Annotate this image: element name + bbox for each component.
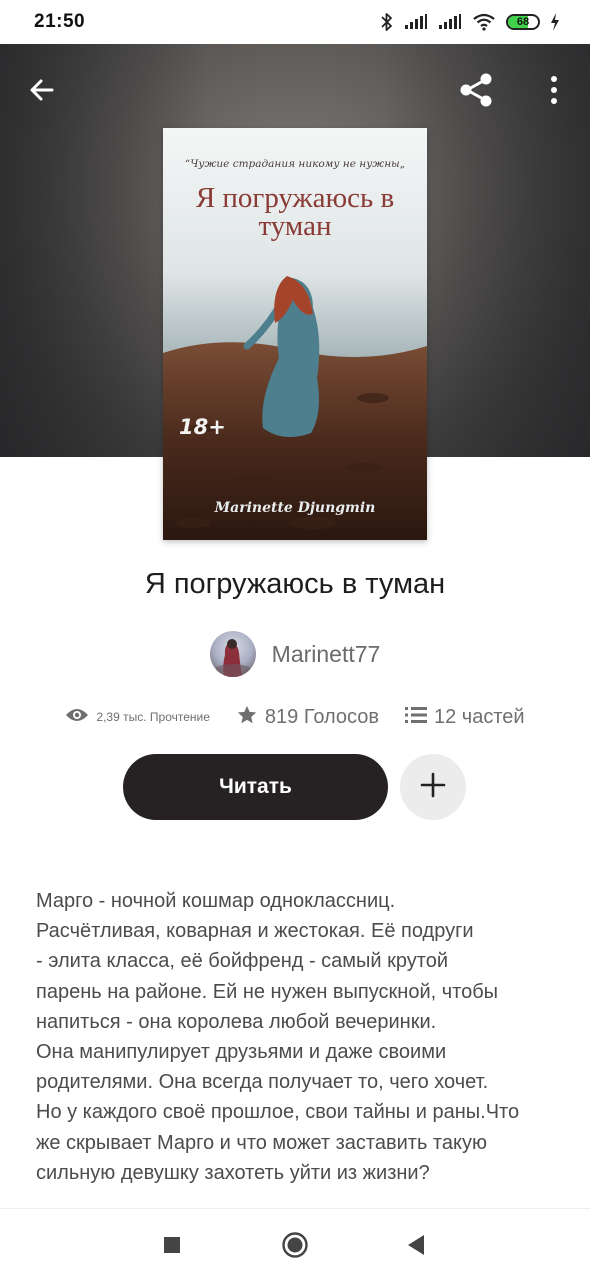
nav-recents-button[interactable] — [152, 1227, 192, 1267]
cover-quote: “Чужие страдания никому не нужны„ — [184, 158, 406, 170]
more-vertical-icon — [549, 75, 559, 110]
battery-icon: 68 — [506, 14, 540, 30]
reads-count: 2,39 тыс. Прочтение — [96, 710, 210, 724]
nav-back-button[interactable] — [396, 1227, 436, 1267]
signal-icon — [438, 14, 462, 30]
eye-icon — [65, 707, 89, 728]
read-button[interactable]: Читать — [123, 754, 388, 820]
add-to-library-button[interactable] — [400, 754, 466, 820]
parts-count: 12 частей — [434, 705, 525, 728]
status-bar: 21:50 68 — [0, 0, 590, 44]
plus-icon — [420, 772, 446, 803]
avatar[interactable] — [209, 631, 256, 677]
cover-title: Я погружаюсь в туман — [195, 182, 395, 242]
book-title: Я погружаюсь в туман — [144, 568, 446, 600]
bluetooth-icon — [380, 12, 394, 32]
home-icon — [281, 1231, 309, 1264]
book-description: Марго - ночной кошмар одноклассниц. Расч… — [36, 890, 520, 1184]
cover-author: Marinette Djungmin — [214, 500, 376, 516]
system-nav-bar — [0, 1208, 590, 1280]
recents-icon — [163, 1236, 181, 1259]
share-icon — [457, 71, 495, 114]
book-stats: 2,39 тыс. Прочтение 819 Голосов 12 часте… — [0, 700, 590, 734]
wifi-icon — [472, 13, 496, 31]
book-cover[interactable]: “Чужие страдания никому не нужны„ Я погр… — [163, 128, 427, 540]
author-row[interactable]: Marinett77 — [0, 630, 590, 678]
back-button[interactable] — [18, 68, 66, 116]
more-options-button[interactable] — [530, 68, 578, 116]
charging-icon — [550, 13, 560, 31]
stat-reads: 2,39 тыс. Прочтение — [65, 707, 210, 728]
votes-count: 819 Голосов — [264, 705, 379, 728]
cover-age-rating: 18+ — [179, 415, 226, 439]
stat-votes: 819 Голосов — [236, 704, 379, 731]
stat-parts: 12 частей — [405, 706, 525, 729]
battery-level: 68 — [516, 16, 530, 28]
share-button[interactable] — [452, 68, 500, 116]
nav-home-button[interactable] — [275, 1227, 315, 1267]
author-name[interactable]: Marinett77 — [272, 641, 381, 668]
list-icon — [405, 706, 427, 729]
arrow-back-icon — [28, 76, 56, 109]
status-icons: 68 — [380, 12, 560, 32]
status-time: 21:50 — [34, 11, 86, 32]
back-icon — [406, 1234, 426, 1261]
book-detail-screen: 21:50 68 “Чужие страдания никому не нужн… — [0, 0, 590, 1280]
signal-icon — [404, 14, 428, 30]
star-icon — [236, 704, 258, 731]
